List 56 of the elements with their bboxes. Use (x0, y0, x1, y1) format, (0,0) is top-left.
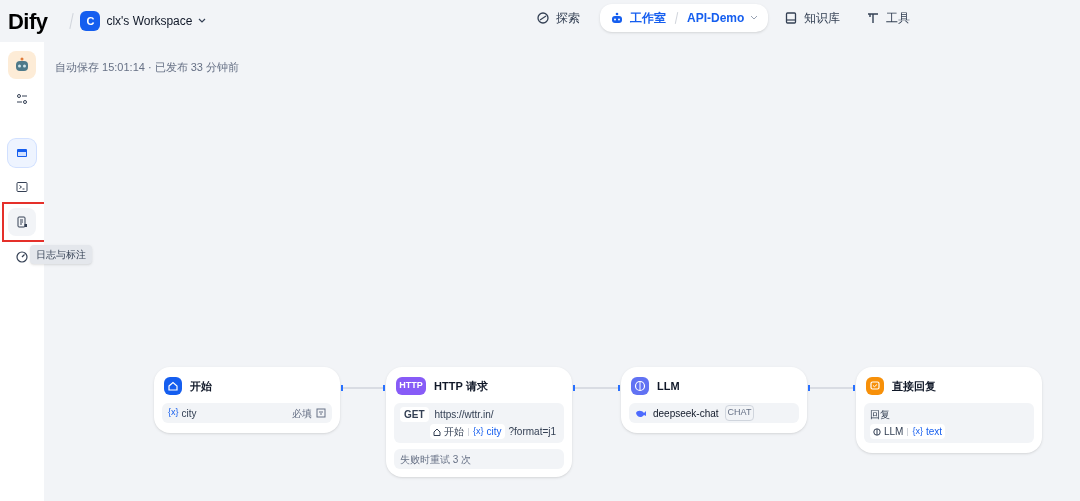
url-text: ?format=j1 (508, 425, 557, 439)
workspace-selector[interactable]: C clx's Workspace (80, 11, 207, 31)
window-icon (16, 147, 28, 159)
home-icon (164, 377, 182, 395)
autosave-status: 自动保存 15:01:14 · 已发布 33 分钟前 (55, 60, 239, 75)
connector-line (808, 384, 855, 392)
node-title: 开始 (190, 378, 212, 394)
nav-tab[interactable]: 工具 (856, 4, 921, 32)
connector-line (573, 384, 620, 392)
gauge-icon (16, 251, 28, 263)
chevron-down-icon (750, 15, 759, 21)
variable-icon: {x} (168, 406, 179, 420)
logo: Dify (8, 7, 48, 36)
workflow-node[interactable]: LLM deepseek-chat CHAT (621, 367, 807, 433)
terminal-icon (16, 181, 28, 193)
nav-tab[interactable]: 知识库 (774, 4, 851, 32)
tooltip: 日志与标注 (30, 245, 92, 264)
sidebar-item[interactable] (8, 139, 36, 167)
reference-text: LLM (884, 425, 904, 439)
sidebar-item[interactable] (8, 51, 36, 79)
workflow-node[interactable]: HTTP HTTP 请求 GET https://wttr.in/ 开始 {x} city ?format=j1 失败时重试 3 次 (386, 367, 572, 477)
node-title: 直接回复 (892, 378, 936, 394)
workspace-avatar: C (80, 11, 101, 31)
reference-text: 开始 (444, 425, 464, 439)
model-mode-tag: CHAT (724, 405, 755, 421)
reference-text: city (486, 425, 502, 439)
reply-label: 回复 (870, 408, 891, 422)
whale-icon (635, 408, 647, 418)
sliders-icon (16, 93, 28, 105)
variable-name: city (181, 406, 197, 421)
workflow-node[interactable]: 直接回复 回复 LLM {x} text (856, 367, 1042, 453)
brain-icon (631, 377, 649, 395)
reference-text: text (925, 425, 943, 439)
home-icon (433, 427, 441, 436)
model-name: deepseek-chat (653, 406, 719, 421)
required-label: 必填 (292, 406, 312, 421)
nav-tab[interactable]: 工作室 API-Demo (600, 4, 769, 32)
workflow-node[interactable]: 开始 {x} city 必填 (154, 367, 340, 433)
book-icon (784, 11, 799, 25)
document-icon (16, 216, 28, 228)
http-method: GET (400, 407, 429, 422)
robot-icon (610, 11, 624, 25)
url-text: https://wttr.in/ (434, 408, 494, 422)
http-icon: HTTP (396, 377, 426, 395)
compass-icon (536, 11, 550, 25)
workspace-name: clx's Workspace (106, 13, 193, 30)
chevron-down-icon (198, 18, 207, 24)
retry-label: 失败时重试 3 次 (394, 449, 564, 469)
reference-text: {x} (473, 424, 484, 438)
message-icon (866, 377, 884, 395)
reference-text: {x} (912, 424, 923, 438)
node-title: LLM (657, 378, 680, 394)
connector-line (341, 384, 385, 392)
node-title: HTTP 请求 (434, 378, 488, 394)
nav-tab[interactable]: 探索 (526, 4, 590, 32)
brain-icon (873, 427, 881, 436)
